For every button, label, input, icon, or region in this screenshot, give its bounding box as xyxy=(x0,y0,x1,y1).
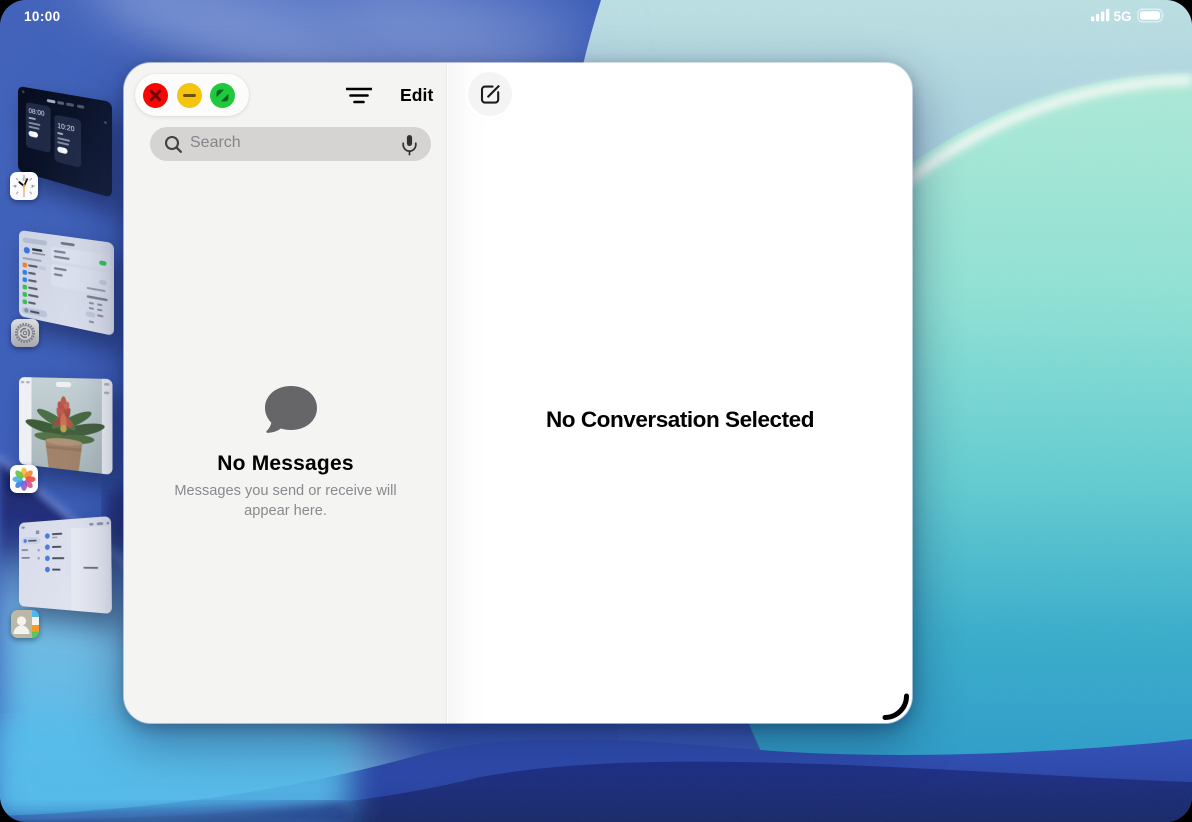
svg-text:9: 9 xyxy=(14,184,17,189)
svg-text:5G: 5G xyxy=(1114,9,1132,24)
